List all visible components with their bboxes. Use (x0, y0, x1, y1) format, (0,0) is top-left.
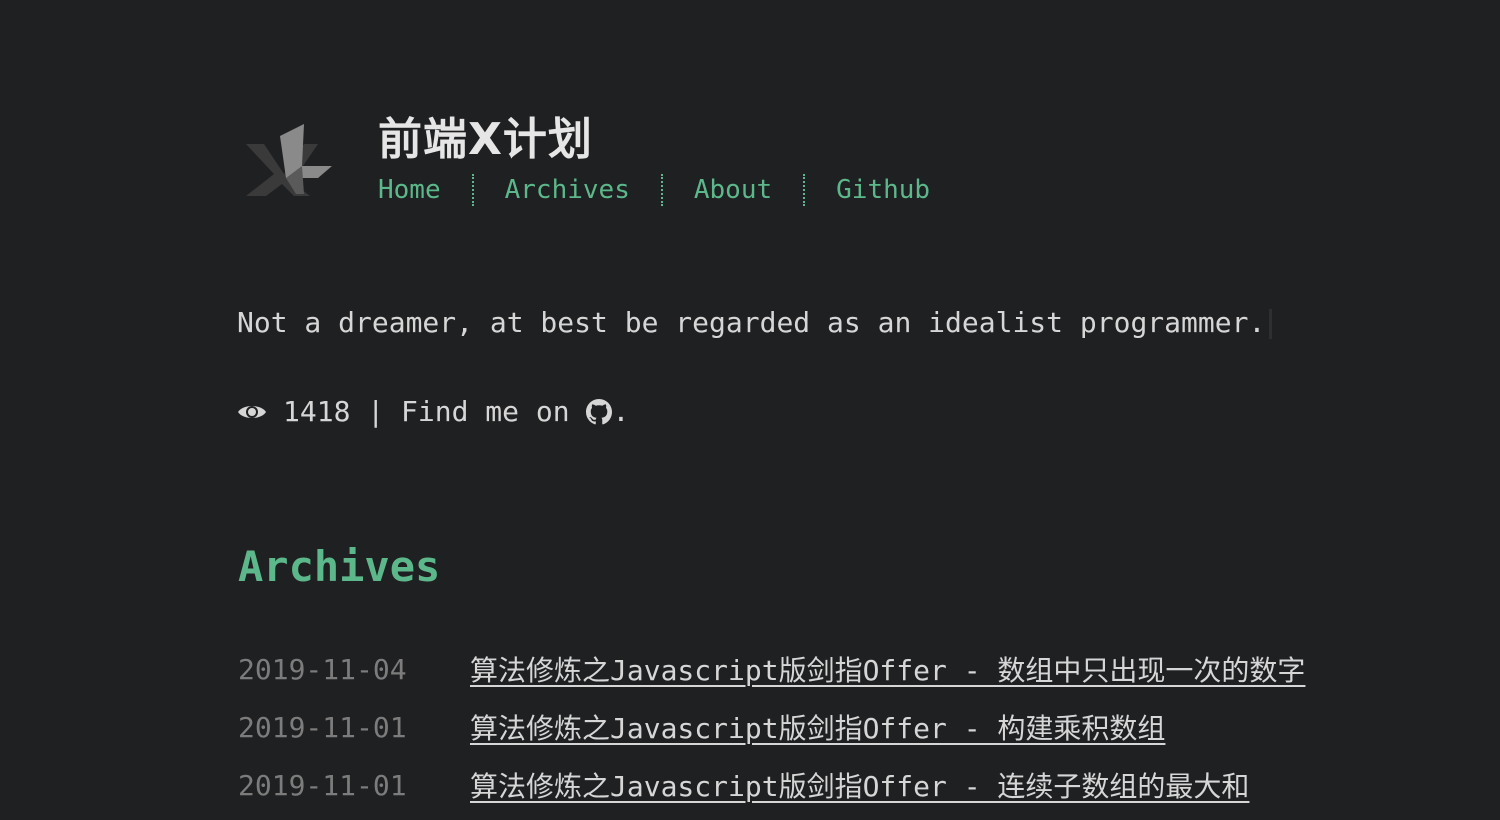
post-date: 2019-11-01 (238, 710, 407, 744)
site-stats: 1418 | Find me on . (237, 395, 629, 428)
list-item: 2019-11-01 算法修炼之Javascript版剑指Offer - 连续子… (238, 756, 1305, 814)
post-link[interactable]: 算法修炼之Javascript版剑指Offer - 连续子数组的最大和 (470, 765, 1249, 805)
eye-icon (238, 405, 266, 418)
list-item: 2019-11-01 算法修炼之Javascript版剑指Offer - 构建乘… (238, 698, 1305, 756)
github-icon[interactable] (586, 398, 613, 425)
archive-list: 2019-11-04 算法修炼之Javascript版剑指Offer - 数组中… (238, 640, 1305, 814)
nav-home-link[interactable]: Home (378, 174, 472, 206)
tagline-text: Not a dreamer, at best be regarded as an… (237, 306, 1266, 339)
view-count: 1418 (283, 395, 351, 428)
list-item: 2019-11-04 算法修炼之Javascript版剑指Offer - 数组中… (238, 640, 1305, 698)
post-date: 2019-11-04 (238, 652, 407, 686)
post-link[interactable]: 算法修炼之Javascript版剑指Offer - 构建乘积数组 (470, 707, 1165, 747)
nav-github-link[interactable]: Github (803, 174, 961, 206)
post-date: 2019-11-01 (238, 768, 407, 802)
page: 前端X计划 Home Archives About Github Not a d… (0, 0, 1500, 820)
nav-archives-link[interactable]: Archives (471, 174, 661, 206)
post-link[interactable]: 算法修炼之Javascript版剑指Offer - 数组中只出现一次的数字 (470, 649, 1305, 689)
tagline: Not a dreamer, at best be regarded as an… (237, 306, 1273, 339)
find-me-text: Find me on (401, 395, 587, 428)
site-title[interactable]: 前端X计划 (378, 110, 593, 170)
x-logo-icon[interactable] (240, 122, 336, 198)
typing-cursor (1269, 309, 1273, 339)
nav-about-link[interactable]: About (660, 174, 803, 206)
archives-heading: Archives (238, 542, 441, 591)
stats-suffix: . (612, 395, 630, 428)
stats-separator: | (350, 395, 402, 428)
main-nav: Home Archives About Github (378, 172, 961, 208)
